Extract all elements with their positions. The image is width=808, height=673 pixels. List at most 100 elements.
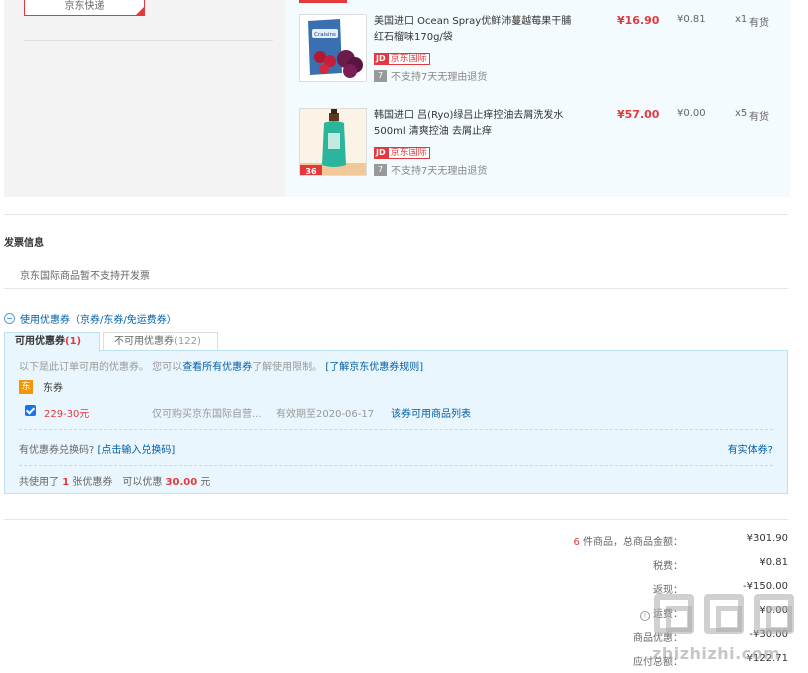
goods-count: 6 xyxy=(573,537,580,548)
goods-item: 36 韩国进口 吕(Ryo)绿吕止痒控油去屑洗发水500ml 清爽控油 去屑止痒… xyxy=(299,108,777,180)
tab-count: (122) xyxy=(174,336,201,347)
payable-label: 应付总额： xyxy=(633,657,683,668)
section-divider xyxy=(4,288,788,289)
fee-value: ¥0.00 xyxy=(759,605,788,616)
seven-day-icon: 7 xyxy=(374,163,387,176)
jd-intl-badge: JD 京东国际 xyxy=(374,53,430,65)
tax-value: ¥0.81 xyxy=(759,557,788,568)
craisins-bag-icon: Craisins xyxy=(300,15,366,81)
redeem-prefix: 有优惠券兑换码? xyxy=(19,445,95,456)
shipping-divider xyxy=(24,40,273,41)
shampoo-image-tag: 36 xyxy=(305,167,317,176)
craisins-image-text: Craisins xyxy=(314,32,336,38)
total-goods-row: 6 件商品，总商品金额： ¥301.90 xyxy=(548,533,788,548)
shipping-method-label: 京东快递 xyxy=(64,1,105,12)
goods-stock: 有货 xyxy=(749,112,769,123)
goods-discount-label: 商品优惠： xyxy=(633,633,683,644)
goods-qty: x5 xyxy=(735,108,748,119)
shipping-method-selected[interactable]: 京东快递 xyxy=(24,0,145,16)
goods-discount-value: -¥30.00 xyxy=(749,629,788,640)
seven-day-icon: 7 xyxy=(374,69,387,82)
coupon-checkbox[interactable] xyxy=(25,405,36,416)
coupon-toggle[interactable]: 使用优惠券（京券/东券/免运费券） xyxy=(4,311,177,326)
tab-label: 可用优惠券 xyxy=(15,336,65,347)
redeem-code-link[interactable]: [点击输入兑换码] xyxy=(98,445,176,456)
tax-label: 税费： xyxy=(653,561,683,572)
shampoo-bottle-icon: 36 xyxy=(300,109,366,176)
total-goods-amount: ¥301.90 xyxy=(746,533,788,544)
return-policy-text: 不支持7天无理由退货 xyxy=(391,72,488,83)
coupon-validity: 有效期至2020-06-17 xyxy=(276,409,375,420)
jd-logo-icon: JD xyxy=(374,147,388,159)
payable-value: ¥122.71 xyxy=(746,653,788,664)
rebate-label: 返现： xyxy=(653,585,683,596)
goods-item: Craisins 美国进口 Ocean Spray优鲜沛蔓越莓果干脯红石榴味17… xyxy=(299,14,777,86)
redeem-row: 有优惠券兑换码? [点击输入兑换码] 有实体券? xyxy=(19,441,773,456)
selected-corner-mark xyxy=(136,7,144,15)
coupon-rules-link[interactable]: [了解京东优惠券规则] xyxy=(325,362,423,373)
coupon-goods-list-link[interactable]: 该券可用商品列表 xyxy=(391,405,471,420)
goods-qty: x1 xyxy=(735,14,748,25)
shipping-panel: 京东快递 Craisins 美国进口 Ocean Spray优鲜沛蔓越莓果干脯红… xyxy=(4,0,790,197)
jd-intl-label: 京东国际 xyxy=(387,147,430,159)
tab-available-coupons[interactable]: 可用优惠券(1) xyxy=(4,332,100,352)
goods-image-craisins[interactable]: Craisins xyxy=(299,14,367,82)
section-divider xyxy=(4,519,788,520)
view-all-coupons-link[interactable]: 查看所有优惠券 xyxy=(182,362,252,373)
goods-name[interactable]: 美国进口 Ocean Spray优鲜沛蔓越莓果干脯红石榴味170g/袋 xyxy=(374,14,579,46)
goods-discount-row: 商品优惠： -¥30.00 xyxy=(548,629,788,644)
tab-unavailable-coupons[interactable]: 不可用优惠券(122) xyxy=(103,332,218,351)
tab-label: 不可用优惠券 xyxy=(114,336,174,347)
goods-price: ¥16.90 xyxy=(617,14,660,27)
summary-count: 1 xyxy=(62,477,70,488)
info-icon[interactable]: ! xyxy=(640,611,650,621)
total-goods-label: 6 件商品，总商品金额： xyxy=(573,533,683,548)
physical-coupon-link[interactable]: 有实体券? xyxy=(728,441,773,456)
tax-row: 税费： ¥0.81 xyxy=(548,557,788,572)
invoice-text: 京东国际商品暂不支持开发票 xyxy=(20,271,150,282)
payable-row: 应付总额： ¥122.71 xyxy=(548,653,788,668)
fee-label-text: 运费： xyxy=(653,609,683,620)
hint-mid: 了解使用限制。 xyxy=(252,362,323,373)
goods-name[interactable]: 韩国进口 吕(Ryo)绿吕止痒控油去屑洗发水500ml 清爽控油 去屑止痒 xyxy=(374,108,579,140)
coupon-amount: 229-30元 xyxy=(44,409,90,420)
dashed-divider xyxy=(19,465,773,466)
section-divider xyxy=(4,214,788,215)
jd-intl-badge: JD 京东国际 xyxy=(374,147,430,159)
coupon-hint: 以下是此订单可用的优惠券。 您可以查看所有优惠券了解使用限制。 [了解京东优惠券… xyxy=(19,358,423,373)
goods-price: ¥57.00 xyxy=(617,108,660,121)
summary-amount: 30.00 xyxy=(165,477,198,488)
goods-stock: 有货 xyxy=(749,18,769,29)
fee-label: ! 运费： xyxy=(640,605,683,621)
fee-row: ! 运费： ¥0.00 xyxy=(548,605,788,621)
dong-coupon-icon: 东 xyxy=(19,379,33,394)
coupon-panel: 以下是此订单可用的优惠券。 您可以查看所有优惠券了解使用限制。 [了解京东优惠券… xyxy=(4,350,788,494)
rebate-value: -¥150.00 xyxy=(743,581,788,592)
hint-prefix: 以下是此订单可用的优惠券。 您可以 xyxy=(19,362,183,373)
coupon-scope: 仅可购买京东国际自营... xyxy=(152,409,262,420)
return-policy: 7 不支持7天无理由退货 xyxy=(374,68,487,83)
dashed-divider xyxy=(19,429,773,430)
rebate-row: 返现： -¥150.00 xyxy=(548,581,788,596)
coupon-group-label: 东券 xyxy=(43,383,63,394)
goods-tax: ¥0.00 xyxy=(677,108,706,119)
coupon-item[interactable]: 229-30元 仅可购买京东国际自营... 有效期至2020-06-17 该券可… xyxy=(25,405,775,420)
summary-mid: 张优惠券 可以优惠 xyxy=(72,477,163,488)
return-policy-text: 不支持7天无理由退货 xyxy=(391,166,488,177)
summary-prefix: 共使用了 xyxy=(19,477,59,488)
goods-count-label: 件商品，总商品金额： xyxy=(583,537,683,548)
coupon-group-header: 东 东券 xyxy=(19,379,63,394)
goods-header-tip xyxy=(299,0,347,3)
invoice-title: 发票信息 xyxy=(4,238,44,249)
goods-image-shampoo[interactable]: 36 xyxy=(299,108,367,176)
coupon-summary: 共使用了 1 张优惠券 可以优惠 30.00 元 xyxy=(19,473,210,488)
goods-tax: ¥0.81 xyxy=(677,14,706,25)
summary-suffix: 元 xyxy=(200,477,211,488)
return-policy: 7 不支持7天无理由退货 xyxy=(374,162,487,177)
jd-intl-label: 京东国际 xyxy=(387,53,430,65)
coupon-toggle-label: 使用优惠券（京券/东券/免运费券） xyxy=(20,315,177,326)
tab-count: (1) xyxy=(65,336,82,347)
collapse-minus-icon xyxy=(4,313,15,324)
jd-logo-icon: JD xyxy=(374,53,388,65)
goods-list: Craisins 美国进口 Ocean Spray优鲜沛蔓越莓果干脯红石榴味17… xyxy=(285,0,790,197)
